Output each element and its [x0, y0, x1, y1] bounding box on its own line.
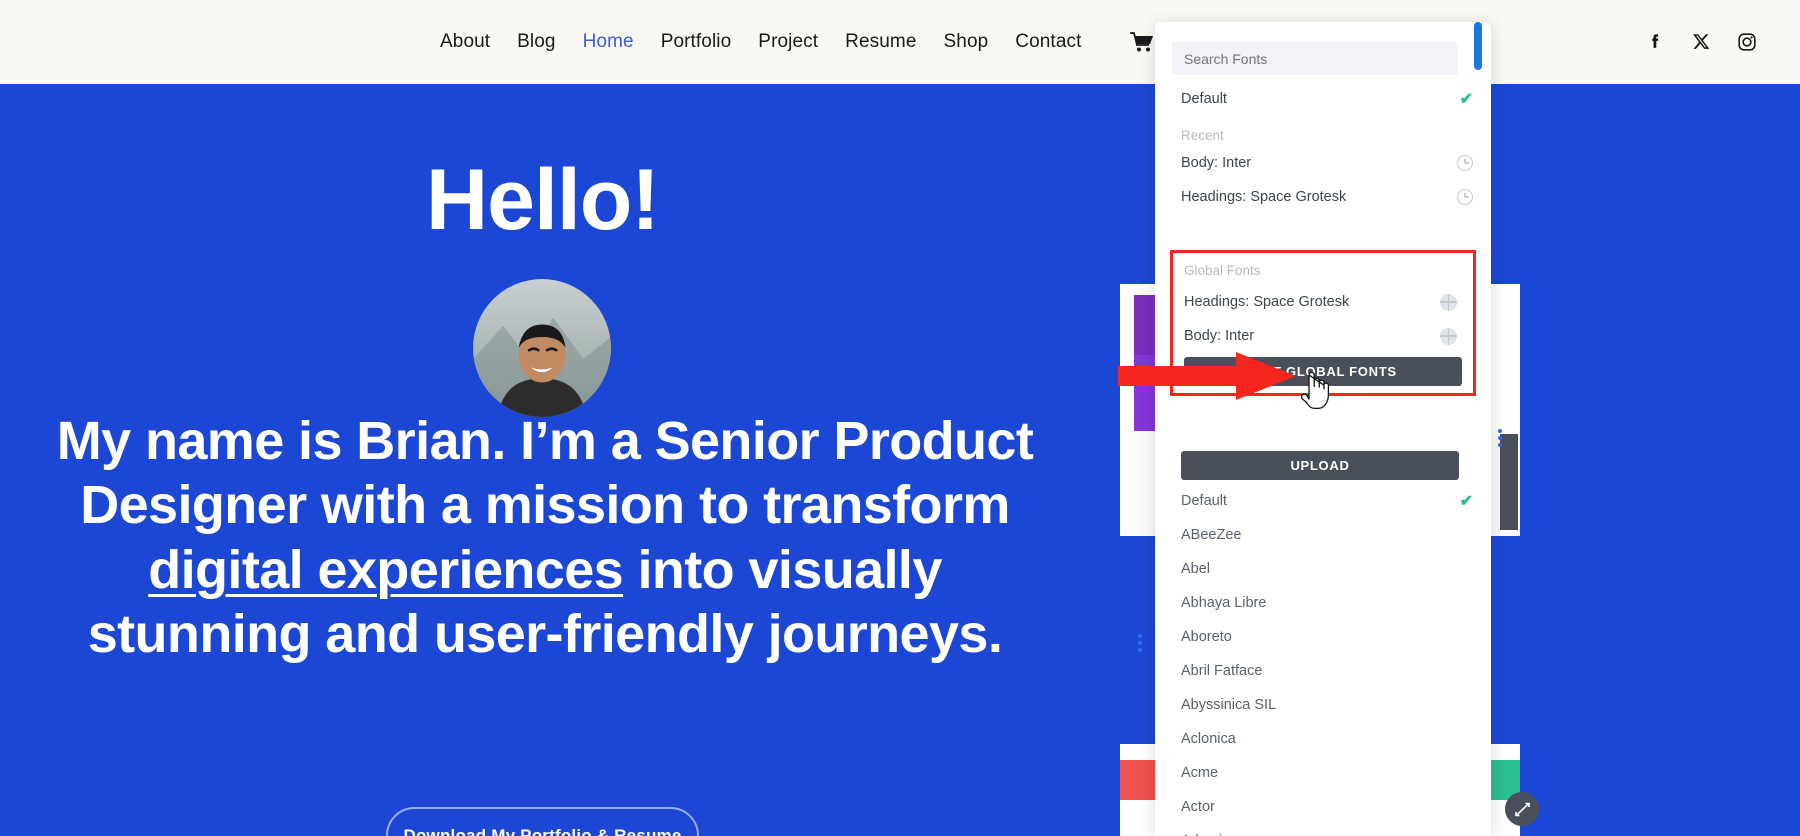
global-font-body[interactable]: Body: Inter	[1173, 319, 1473, 353]
font-list-item[interactable]: Abel	[1155, 552, 1491, 586]
social-links	[1644, 0, 1758, 84]
font-list-item[interactable]: Abyssinica SIL	[1155, 688, 1491, 722]
font-list-item[interactable]: ABeeZee	[1155, 518, 1491, 552]
nav-item-shop[interactable]: Shop	[944, 31, 989, 53]
font-option-label: Default	[1181, 91, 1227, 107]
font-list-item[interactable]: Aclonica	[1155, 722, 1491, 756]
nav-item-home[interactable]: Home	[583, 31, 634, 53]
font-list-item-label: Default	[1181, 493, 1227, 509]
recent-heading: Recent	[1181, 128, 1224, 143]
clock-icon	[1457, 189, 1473, 205]
hero-section: Hello! My name is Brian. I’m a Senior Pr…	[0, 84, 1800, 836]
font-list-item-label: Abyssinica SIL	[1181, 697, 1277, 713]
font-picker-panel: Default ✔ Recent Body: Inter Headings: S…	[1155, 22, 1491, 836]
global-font-headings[interactable]: Headings: Space Grotesk	[1173, 285, 1473, 319]
checkmark-icon: ✔	[1459, 91, 1473, 108]
site-header: About Blog Home Portfolio Project Resume…	[0, 0, 1800, 84]
font-list-item-label: Abel	[1181, 561, 1211, 577]
font-list-item-label: ABeeZee	[1181, 527, 1242, 543]
nav-item-blog[interactable]: Blog	[517, 31, 555, 53]
clock-icon	[1457, 155, 1473, 171]
module-options-menu-icon-3[interactable]	[1138, 634, 1142, 652]
download-portfolio-button[interactable]: Download My Portfolio & Resume	[386, 807, 699, 836]
nav-item-contact[interactable]: Contact	[1015, 31, 1081, 53]
global-font-label: Headings: Space Grotesk	[1184, 294, 1350, 310]
font-list-item[interactable]: Abhaya Libre	[1155, 586, 1491, 620]
module-options-menu-icon[interactable]	[1492, 312, 1496, 330]
avatar	[473, 279, 611, 417]
font-list-item-label: Actor	[1181, 799, 1215, 815]
module-options-menu-icon-2[interactable]	[1498, 429, 1502, 447]
recent-font-headings-space-grotesk[interactable]: Headings: Space Grotesk	[1155, 180, 1491, 214]
nav-item-portfolio[interactable]: Portfolio	[661, 31, 732, 53]
facebook-icon[interactable]	[1644, 31, 1666, 53]
font-list-item[interactable]: Aboreto	[1155, 620, 1491, 654]
red-pointer-arrow	[1118, 352, 1296, 400]
font-list-item-default[interactable]: Default ✔	[1155, 484, 1491, 518]
font-list-item-label: Aclonica	[1181, 731, 1236, 747]
x-twitter-icon[interactable]	[1690, 31, 1712, 53]
font-list-item[interactable]: Actor	[1155, 790, 1491, 824]
resize-diagonal-icon[interactable]	[1505, 792, 1539, 826]
tagline-highlight: digital experiences	[148, 539, 624, 600]
font-option-default[interactable]: Default ✔	[1155, 82, 1491, 116]
nav-item-resume[interactable]: Resume	[845, 31, 916, 53]
recent-font-label: Headings: Space Grotesk	[1181, 189, 1347, 205]
hero-tagline: My name is Brian. I’m a Senior Product D…	[30, 409, 1060, 666]
font-list-item-label: Acme	[1181, 765, 1219, 781]
font-list-item[interactable]: Adamina	[1155, 824, 1491, 836]
font-list: Default ✔ ABeeZee Abel Abhaya Libre Abor…	[1155, 484, 1491, 836]
hero-greeting: Hello!	[426, 152, 660, 248]
instagram-icon[interactable]	[1736, 31, 1758, 53]
font-list-item-label: Aboreto	[1181, 629, 1232, 645]
nav-item-about[interactable]: About	[440, 31, 490, 53]
global-fonts-heading: Global Fonts	[1184, 263, 1261, 278]
recent-font-body-inter[interactable]: Body: Inter	[1155, 146, 1491, 180]
globe-icon	[1440, 293, 1457, 311]
builder-sidebar-strip	[1500, 434, 1518, 530]
font-list-item-label: Abril Fatface	[1181, 663, 1263, 679]
globe-icon	[1440, 327, 1457, 345]
shopping-cart-icon	[1130, 32, 1154, 52]
pointer-hand-cursor	[1300, 372, 1330, 410]
search-fonts-input[interactable]	[1172, 42, 1458, 75]
portrait-photo	[473, 279, 611, 417]
nav-item-project[interactable]: Project	[758, 31, 818, 53]
font-list-item-label: Abhaya Libre	[1181, 595, 1267, 611]
tagline-part-1: My name is Brian. I’m a Senior Product D…	[56, 411, 1034, 536]
font-list-item[interactable]: Abril Fatface	[1155, 654, 1491, 688]
global-font-label: Body: Inter	[1184, 328, 1255, 344]
recent-font-label: Body: Inter	[1181, 155, 1252, 171]
upload-font-button[interactable]: UPLOAD	[1181, 451, 1459, 480]
font-list-item[interactable]: Acme	[1155, 756, 1491, 790]
checkmark-icon: ✔	[1459, 493, 1473, 510]
panel-scrollbar-thumb[interactable]	[1474, 22, 1482, 70]
